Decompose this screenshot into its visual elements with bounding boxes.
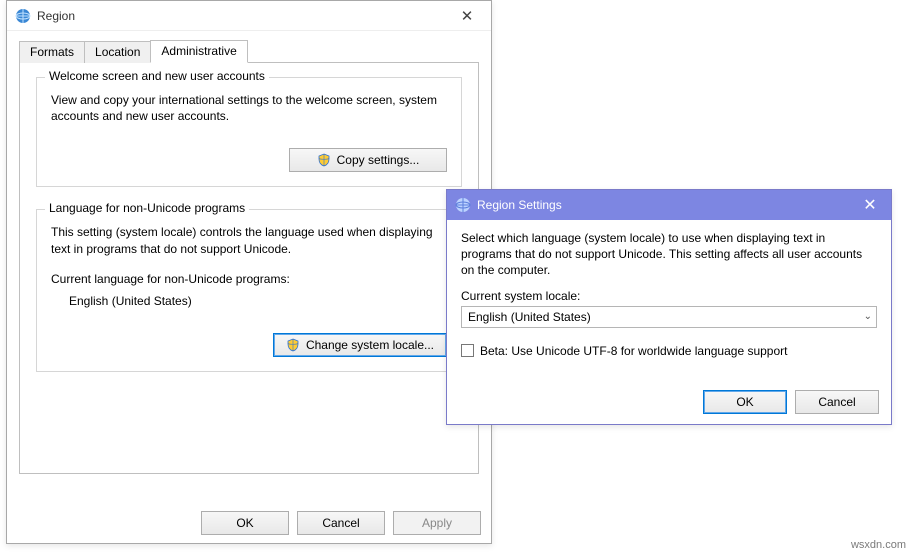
window-title: Region	[37, 9, 75, 23]
window-body: Formats Location Administrative Welcome …	[7, 31, 491, 474]
source-url: wsxdn.com	[851, 539, 906, 551]
locale-field-label: Current system locale:	[461, 289, 877, 303]
tab-panel-administrative: Welcome screen and new user accounts Vie…	[19, 62, 479, 474]
cancel-button[interactable]: Cancel	[297, 511, 385, 535]
copy-settings-label: Copy settings...	[337, 153, 420, 167]
group-locale: Language for non-Unicode programs This s…	[36, 209, 462, 372]
group-locale-legend: Language for non-Unicode programs	[45, 201, 249, 215]
utf8-checkbox[interactable]	[461, 344, 474, 357]
group-welcome: Welcome screen and new user accounts Vie…	[36, 77, 462, 187]
settings-footer: OK Cancel	[703, 390, 879, 414]
group-welcome-desc: View and copy your international setting…	[51, 92, 447, 124]
settings-body: Select which language (system locale) to…	[447, 220, 891, 358]
apply-button: Apply	[393, 511, 481, 535]
copy-settings-button[interactable]: Copy settings...	[289, 148, 447, 172]
group-locale-desc: This setting (system locale) controls th…	[51, 224, 447, 256]
region-settings-dialog: Region Settings ✕ Select which language …	[446, 189, 892, 425]
globe-icon	[15, 8, 31, 24]
locale-dropdown[interactable]: English (United States) ⌄	[461, 306, 877, 328]
current-locale-value: English (United States)	[69, 293, 447, 309]
tab-administrative[interactable]: Administrative	[150, 40, 247, 63]
change-locale-label: Change system locale...	[306, 338, 434, 352]
tabstrip: Formats Location Administrative	[19, 39, 479, 63]
settings-titlebar: Region Settings ✕	[447, 190, 891, 220]
change-system-locale-button[interactable]: Change system locale...	[273, 333, 447, 357]
group-welcome-legend: Welcome screen and new user accounts	[45, 69, 269, 83]
titlebar: Region ✕	[7, 1, 491, 31]
close-button[interactable]: ✕	[447, 2, 487, 30]
chevron-down-icon: ⌄	[864, 311, 872, 322]
tab-formats[interactable]: Formats	[19, 41, 85, 63]
settings-close-button[interactable]: ✕	[849, 190, 891, 220]
tab-location[interactable]: Location	[84, 41, 151, 63]
current-locale-label: Current language for non-Unicode program…	[51, 271, 447, 287]
settings-ok-button[interactable]: OK	[703, 390, 787, 414]
ok-button[interactable]: OK	[201, 511, 289, 535]
globe-icon	[455, 197, 471, 213]
locale-dropdown-value: English (United States)	[468, 310, 591, 324]
shield-icon	[286, 338, 300, 352]
utf8-checkbox-row[interactable]: Beta: Use Unicode UTF-8 for worldwide la…	[461, 344, 877, 358]
shield-icon	[317, 153, 331, 167]
utf8-checkbox-label: Beta: Use Unicode UTF-8 for worldwide la…	[480, 344, 788, 358]
settings-desc: Select which language (system locale) to…	[461, 230, 877, 279]
settings-title: Region Settings	[477, 198, 562, 212]
region-window: Region ✕ Formats Location Administrative…	[6, 0, 492, 544]
footer-buttons: OK Cancel Apply	[201, 511, 481, 535]
settings-cancel-button[interactable]: Cancel	[795, 390, 879, 414]
